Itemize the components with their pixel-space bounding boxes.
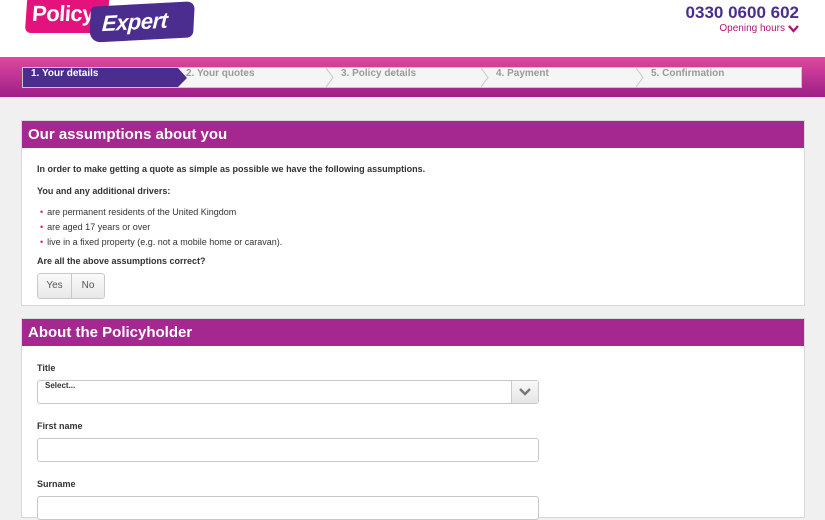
surname-label: Surname: [37, 479, 76, 489]
step-policy-details: 3. Policy details: [333, 68, 489, 87]
assumptions-intro: In order to make getting a quote as simp…: [37, 164, 426, 174]
list-item: are permanent residents of the United Ki…: [40, 205, 282, 220]
step-your-quotes: 2. Your quotes: [178, 68, 334, 87]
site-header: Policy Expert 0330 0600 602 Opening hour…: [0, 0, 825, 57]
phone-number[interactable]: 0330 0600 602: [686, 3, 799, 23]
policy-expert-logo[interactable]: Policy Expert: [24, 0, 196, 44]
list-item: are aged 17 years or over: [40, 220, 282, 235]
step-policy-details-label: 3. Policy details: [341, 68, 417, 79]
dropdown-toggle[interactable]: [511, 381, 538, 403]
step-confirmation-label: 5. Confirmation: [651, 68, 725, 79]
logo-expert-block: Expert: [89, 1, 195, 43]
assumptions-panel: Our assumptions about you In order to ma…: [21, 120, 805, 306]
progress-steps: 1. Your details 2. Your quotes 3. Policy…: [22, 67, 802, 88]
title-label: Title: [37, 363, 56, 373]
step-your-details[interactable]: 1. Your details: [23, 68, 187, 87]
drivers-heading: You and any additional drivers:: [37, 186, 171, 196]
policyholder-panel: About the Policyholder Title Select... F…: [21, 318, 805, 520]
assumptions-list: are permanent residents of the United Ki…: [40, 205, 282, 250]
title-select[interactable]: Select...: [37, 380, 539, 404]
no-button[interactable]: No: [71, 274, 104, 298]
surname-field[interactable]: [37, 496, 539, 520]
assumptions-answer-group: Yes No: [37, 273, 105, 299]
first-name-label: First name: [37, 421, 83, 431]
logo-expert-text: Expert: [101, 7, 169, 37]
step-your-quotes-label: 2. Your quotes: [186, 68, 255, 79]
assumptions-question: Are all the above assumptions correct?: [37, 256, 206, 266]
step-payment-label: 4. Payment: [496, 68, 549, 79]
first-name-field[interactable]: [37, 438, 539, 462]
assumptions-title: Our assumptions about you: [22, 121, 804, 148]
chevron-down-icon: [788, 24, 799, 33]
yes-button[interactable]: Yes: [38, 274, 71, 298]
step-confirmation: 5. Confirmation: [643, 68, 801, 87]
title-select-value: Select...: [45, 381, 76, 390]
logo-policy-text: Policy: [31, 1, 95, 26]
policyholder-title: About the Policyholder: [22, 319, 804, 346]
list-item: live in a fixed property (e.g. not a mob…: [40, 235, 282, 250]
opening-hours-toggle[interactable]: Opening hours: [719, 23, 799, 34]
step-payment: 4. Payment: [488, 68, 644, 87]
chevron-down-icon: [519, 388, 531, 396]
opening-hours-label: Opening hours: [719, 23, 785, 34]
